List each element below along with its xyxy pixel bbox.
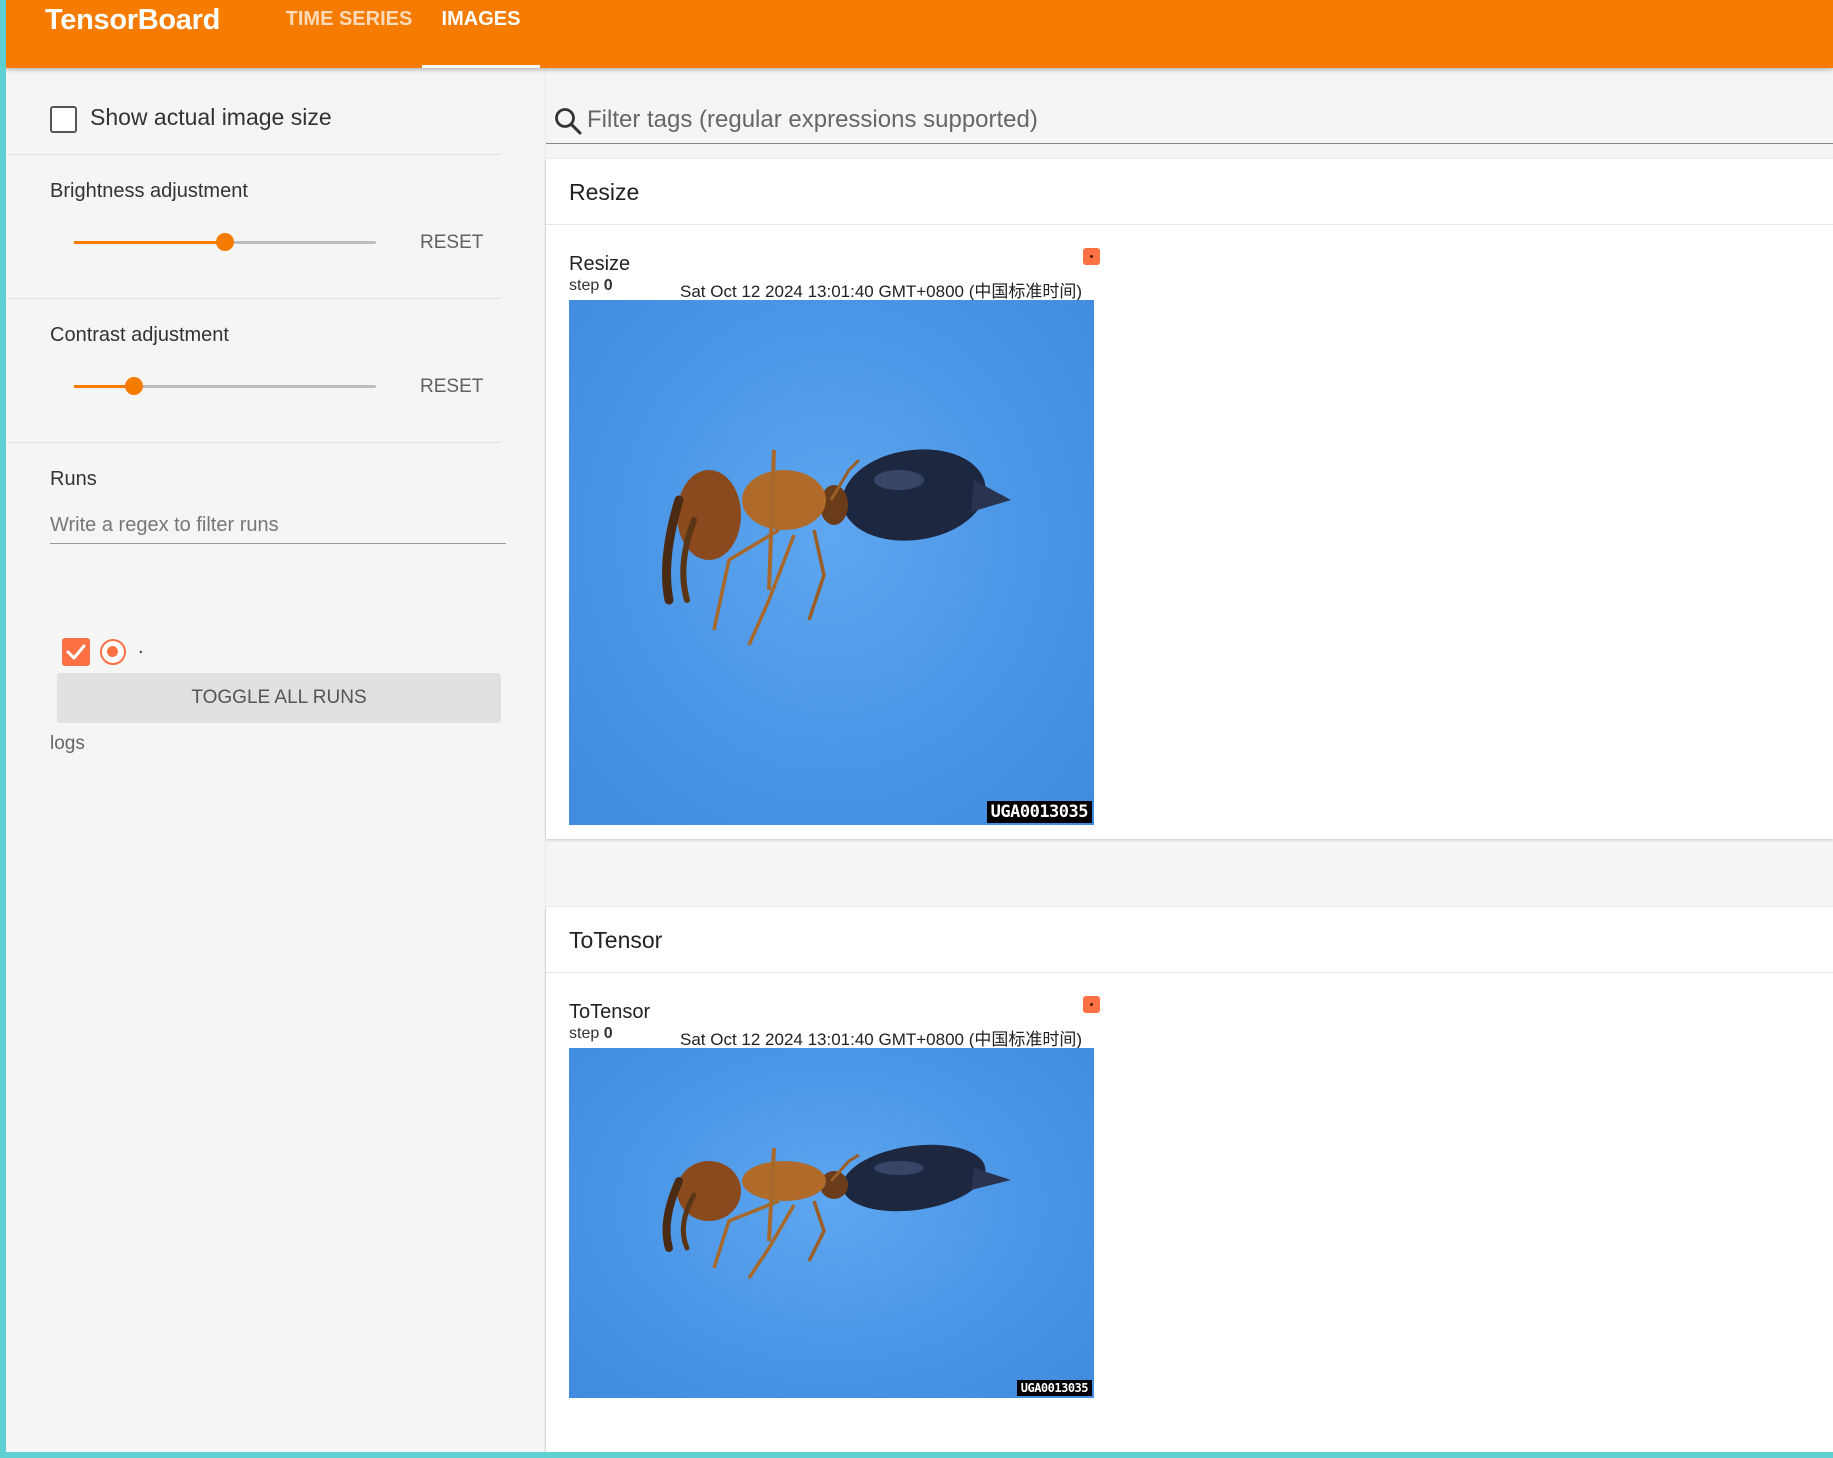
contrast-slider[interactable] xyxy=(74,377,376,395)
divider xyxy=(6,154,501,155)
sidebar: Show actual image size Brightness adjust… xyxy=(6,68,546,1452)
brightness-slider[interactable] xyxy=(74,233,376,251)
run-checkbox[interactable] xyxy=(62,638,90,666)
ant-image xyxy=(662,1144,1011,1279)
image-title: Resize xyxy=(569,253,631,275)
run-name: . xyxy=(138,636,144,658)
card-header[interactable]: Resize xyxy=(546,159,1833,225)
step-label: step xyxy=(569,1025,600,1042)
watermark-text: UGA0013035 xyxy=(986,801,1092,823)
tag-filter xyxy=(546,96,1833,144)
divider xyxy=(6,298,501,299)
top-app-bar: TensorBoard TIME SERIES IMAGES xyxy=(6,0,1833,68)
card-header[interactable]: ToTensor xyxy=(546,907,1833,973)
runs-title: Runs xyxy=(50,468,97,490)
image-viewer[interactable]: UGA0013035 xyxy=(569,1048,1094,1398)
tab-time-series[interactable]: TIME SERIES xyxy=(284,8,414,68)
toggle-all-runs-button[interactable]: TOGGLE ALL RUNS xyxy=(57,673,501,723)
brand-logo[interactable]: TensorBoard xyxy=(45,4,220,37)
runs-filter-input[interactable] xyxy=(50,508,506,544)
step-info: step 0 xyxy=(569,1025,613,1043)
timestamp: Sat Oct 12 2024 13:01:40 GMT+0800 (中国标准时… xyxy=(680,1030,1083,1049)
tab-images[interactable]: IMAGES xyxy=(422,8,540,68)
step-info: step 0 xyxy=(569,277,613,295)
image-viewer[interactable]: UGA0013035 xyxy=(569,300,1094,825)
brightness-label: Brightness adjustment xyxy=(50,180,248,202)
brightness-slider-fill xyxy=(74,241,225,244)
tag-card-resize: Resize Resize step 0 Sat Oct 12 2024 13:… xyxy=(546,159,1833,839)
search-icon xyxy=(555,108,582,135)
step-value: 0 xyxy=(603,1025,613,1042)
timestamp: Sat Oct 12 2024 13:01:40 GMT+0800 (中国标准时… xyxy=(680,282,1083,301)
check-icon xyxy=(66,644,86,660)
contrast-label: Contrast adjustment xyxy=(50,324,229,346)
brightness-reset-button[interactable]: RESET xyxy=(420,232,483,254)
tensorboard-window: TensorBoard TIME SERIES IMAGES Show actu… xyxy=(6,0,1833,1452)
tag-card-totensor: ToTensor ToTensor step 0 Sat Oct 12 2024… xyxy=(546,907,1833,1452)
show-actual-size-label: Show actual image size xyxy=(90,104,332,130)
run-indicator-icon xyxy=(1083,996,1100,1013)
run-indicator-icon xyxy=(1083,248,1100,265)
brightness-slider-thumb[interactable] xyxy=(216,233,234,251)
logdir-label: logs xyxy=(50,733,85,754)
ant-image xyxy=(662,449,1011,646)
watermark-text: UGA0013035 xyxy=(1016,1380,1092,1396)
show-actual-size-checkbox[interactable] xyxy=(50,106,77,133)
step-label: step xyxy=(569,277,600,294)
contrast-slider-thumb[interactable] xyxy=(125,377,143,395)
contrast-reset-button[interactable]: RESET xyxy=(420,376,483,398)
image-title: ToTensor xyxy=(569,1001,651,1023)
run-color-radio[interactable] xyxy=(100,639,126,665)
main-content: Resize Resize step 0 Sat Oct 12 2024 13:… xyxy=(546,68,1833,1452)
tag-filter-input[interactable] xyxy=(587,100,1787,140)
step-value: 0 xyxy=(603,277,613,294)
divider xyxy=(6,442,501,443)
